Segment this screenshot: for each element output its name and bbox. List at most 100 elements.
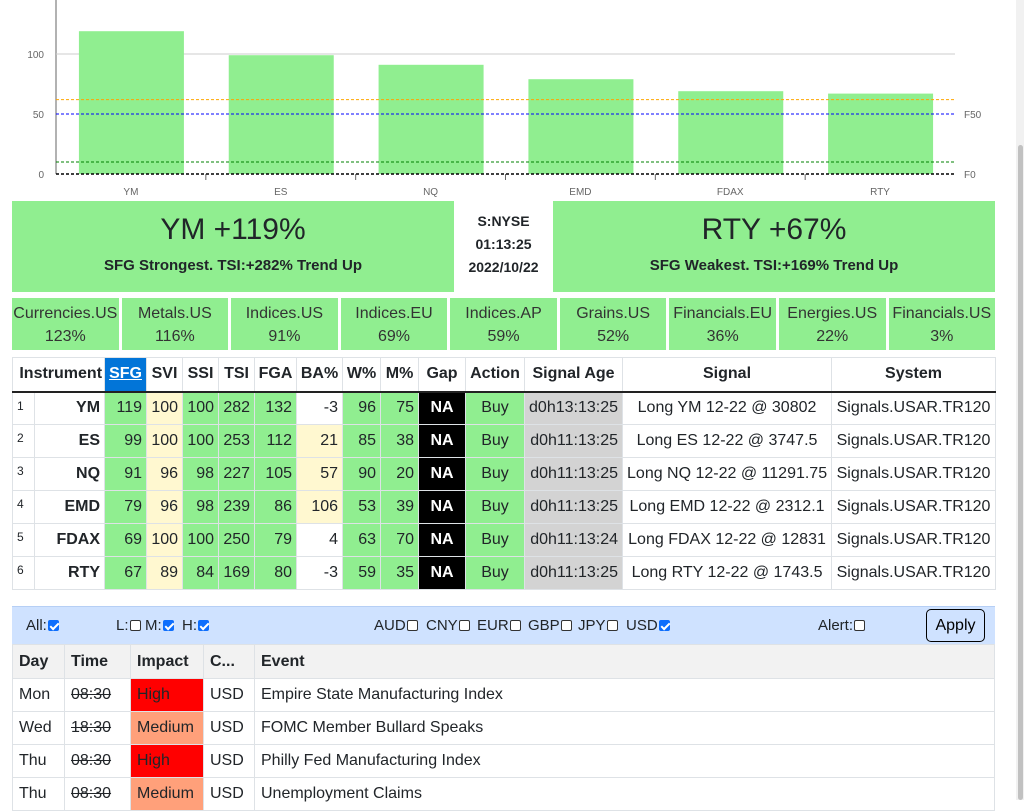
filter-usd[interactable]: USD — [626, 617, 670, 634]
calendar-row[interactable]: Wed 18:30 Medium USD FOMC Member Bullard Spe… — [12, 711, 995, 745]
filter-all[interactable]: All: — [26, 617, 59, 634]
calendar-row[interactable]: Mon 08:30 High USD Empire State Manufacturin… — [12, 678, 995, 712]
table-row[interactable]: 1 YM 119 100 100 282 132 -3 96 75 NA Buy d0h13:13:25… — [12, 391, 997, 425]
apply-button[interactable]: Apply — [926, 609, 985, 642]
calendar-row[interactable]: Thu 08:30 Medium USD Unemployment Claims — [12, 777, 995, 811]
column-header-ssi[interactable]: SSI — [182, 357, 220, 393]
cell-row-number: 4 — [12, 490, 35, 524]
sector-indices-us[interactable]: Indices.US 91% — [231, 298, 338, 350]
bar-nq[interactable] — [378, 64, 484, 174]
sector-currencies-us[interactable]: Currencies.US 123% — [12, 298, 119, 350]
strongest-subtitle: SFG Strongest. TSI:+282% Trend Up — [104, 257, 362, 274]
cell-tsi: 282 — [218, 391, 256, 425]
cell-tsi: 169 — [218, 556, 256, 590]
checkbox-alert[interactable] — [854, 620, 866, 631]
column-header-svi[interactable]: SVI — [146, 357, 184, 393]
filter-gbp[interactable]: GBP — [528, 617, 572, 634]
cell-action: Buy — [465, 457, 526, 491]
x-tick-label: EMD — [569, 187, 591, 198]
filter-alert[interactable]: Alert: — [818, 617, 866, 634]
filter-high[interactable]: H: — [182, 617, 209, 634]
column-header-action[interactable]: Action — [465, 357, 526, 393]
filter-medium-label: M: — [145, 617, 162, 634]
checkbox-all[interactable] — [47, 620, 59, 631]
sector-strip: Currencies.US 123% Metals.US 116% Indices.US… — [12, 298, 996, 350]
scrollbar[interactable] — [1016, 0, 1024, 800]
filter-gbp-label: GBP — [528, 617, 560, 634]
filter-cny[interactable]: CNY — [426, 617, 470, 634]
bar-es[interactable] — [228, 55, 334, 175]
cell-w-pct: 85 — [342, 424, 382, 458]
cell-system: Signals.USAR.TR120 — [831, 523, 997, 557]
sector-indices-eu[interactable]: Indices.EU 69% — [340, 298, 448, 350]
cell-signal-age: d0h11:13:25 — [524, 490, 624, 524]
cell-action: Buy — [465, 523, 526, 557]
cell-w-pct: 96 — [342, 391, 382, 425]
checkbox-medium[interactable] — [162, 620, 174, 631]
column-header-system[interactable]: System — [831, 357, 997, 393]
cell-m-pct: 39 — [380, 490, 420, 524]
calendar-header-event[interactable]: Event — [254, 644, 995, 679]
calendar-cell-event: Philly Fed Manufacturing Index — [254, 744, 995, 778]
sector-value: 3% — [930, 328, 954, 345]
calendar-cell-impact: High — [130, 678, 204, 712]
checkbox-high[interactable] — [198, 620, 209, 631]
cell-sfg: 67 — [104, 556, 148, 590]
calendar-header-day[interactable]: Day — [12, 644, 65, 679]
scrollbar-thumb[interactable] — [1018, 145, 1023, 800]
column-header-ba[interactable]: BA% — [296, 357, 344, 393]
sector-value: 69% — [377, 328, 410, 345]
checkbox-cny[interactable] — [458, 620, 470, 631]
calendar-header-currency[interactable]: C... — [203, 644, 255, 679]
cell-w-pct: 63 — [342, 523, 382, 557]
cell-svi: 96 — [146, 457, 184, 491]
table-row[interactable]: 2 ES 99 100 100 253 112 21 85 38 NA Buy d0h11:13:25 L… — [12, 424, 997, 458]
weakest-panel: RTY +67% SFG Weakest. TSI:+169% Trend Up — [553, 201, 995, 292]
column-header-signal[interactable]: Signal — [622, 357, 833, 393]
column-header-fga[interactable]: FGA — [254, 357, 298, 393]
cell-row-number: 2 — [12, 424, 35, 458]
column-header-m[interactable]: M% — [380, 357, 420, 393]
filter-aud[interactable]: AUD — [374, 617, 418, 634]
sector-financials-us[interactable]: Financials.US 3% — [888, 298, 996, 350]
column-header-gap[interactable]: Gap — [418, 357, 467, 393]
calendar-header-impact[interactable]: Impact — [130, 644, 204, 679]
calendar-row[interactable]: Thu 08:30 High USD Philly Fed Manufacturing … — [12, 744, 995, 778]
table-row[interactable]: 4 EMD 79 96 98 239 86 106 53 39 NA Buy d0h11:13:25 Lo… — [12, 490, 997, 524]
exchange-label: S:NYSE — [477, 213, 530, 229]
table-row[interactable]: 3 NQ 91 96 98 227 105 57 90 20 NA Buy d0h11:13:25 Lon… — [12, 457, 997, 491]
cell-system: Signals.USAR.TR120 — [831, 457, 997, 491]
filter-low[interactable]: L: — [116, 617, 141, 634]
calendar-cell-impact: High — [130, 744, 204, 778]
clock-time: 01:13:25 — [475, 236, 532, 252]
table-row[interactable]: 5 FDAX 69 100 100 250 79 4 63 70 NA Buy d0h11:13:24 L… — [12, 523, 997, 557]
filter-eur[interactable]: EUR — [477, 617, 521, 634]
bar-emd[interactable] — [528, 79, 634, 174]
sector-energies-us[interactable]: Energies.US 22% — [778, 298, 886, 350]
calendar-header-time[interactable]: Time — [64, 644, 131, 679]
checkbox-aud[interactable] — [406, 620, 418, 631]
sector-metals-us[interactable]: Metals.US 116% — [121, 298, 229, 350]
bar-ym[interactable] — [78, 31, 184, 175]
checkbox-jpy[interactable] — [606, 620, 618, 631]
filter-medium[interactable]: M: — [145, 617, 174, 634]
sector-indices-ap[interactable]: Indices.AP 59% — [450, 298, 557, 350]
checkbox-gbp[interactable] — [560, 620, 572, 631]
column-header-tsi[interactable]: TSI — [218, 357, 256, 393]
cell-row-number: 6 — [12, 556, 35, 590]
checkbox-eur[interactable] — [509, 620, 521, 631]
cell-gap: NA — [418, 424, 467, 458]
cell-gap: NA — [418, 457, 467, 491]
calendar-cell-impact: Medium — [130, 777, 204, 811]
column-header-signalage[interactable]: Signal Age — [524, 357, 624, 393]
sector-financials-eu[interactable]: Financials.EU 36% — [669, 298, 776, 350]
column-header-instrument[interactable]: Instrument — [11, 357, 106, 393]
checkbox-low[interactable] — [129, 620, 141, 631]
column-header-w[interactable]: W% — [342, 357, 382, 393]
filter-jpy[interactable]: JPY — [578, 617, 618, 634]
sector-grains-us[interactable]: Grains.US 52% — [559, 298, 667, 350]
table-row[interactable]: 6 RTY 67 89 84 169 80 -3 59 35 NA Buy d0h11:13:25 Lon… — [12, 556, 997, 590]
column-header-sfg[interactable]: SFG — [104, 357, 148, 393]
checkbox-usd[interactable] — [658, 620, 670, 631]
cell-ba-pct: 106 — [296, 490, 344, 524]
